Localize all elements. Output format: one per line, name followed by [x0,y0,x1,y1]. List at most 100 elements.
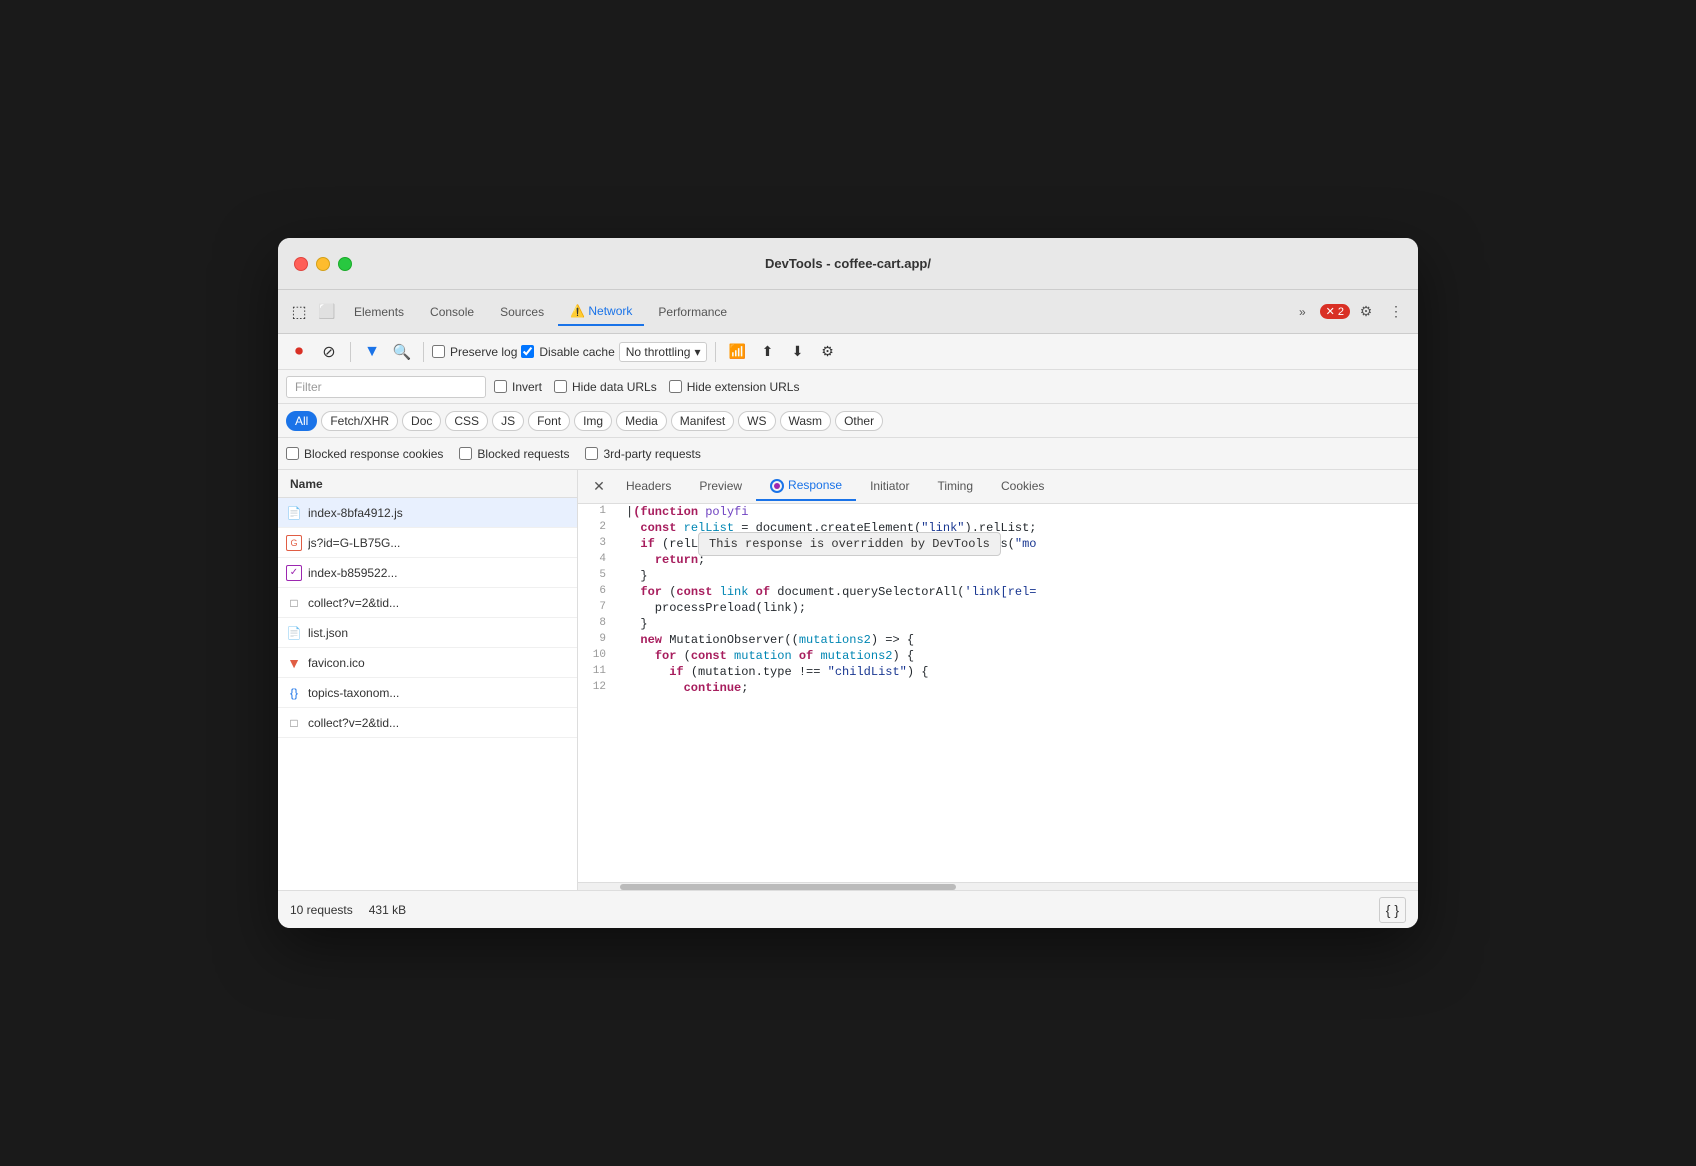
main-content: Name 📄 index-8bfa4912.js G js?id=G-LB75G… [278,470,1418,890]
list-item[interactable]: 📄 list.json [278,618,577,648]
invert-checkbox[interactable] [494,380,507,393]
throttle-dropdown-icon: ▾ [694,345,700,359]
hide-data-urls-label[interactable]: Hide data URLs [554,380,657,394]
disable-cache-label[interactable]: Disable cache [521,345,614,359]
list-item[interactable]: G js?id=G-LB75G... [278,528,577,558]
tab-response[interactable]: Response [756,472,856,501]
list-item[interactable]: □ collect?v=2&tid... [278,708,577,738]
list-item[interactable]: ▼ favicon.ico [278,648,577,678]
preserve-log-label[interactable]: Preserve log [432,345,517,359]
type-btn-js[interactable]: JS [492,411,524,431]
minimize-button[interactable] [316,257,330,271]
third-party-checkbox[interactable] [585,447,598,460]
close-detail-button[interactable]: ✕ [586,474,612,500]
type-btn-wasm[interactable]: Wasm [780,411,832,431]
network-settings-icon[interactable]: ⚙ [814,339,840,365]
file-name: js?id=G-LB75G... [308,536,569,550]
type-btn-media[interactable]: Media [616,411,667,431]
tab-initiator[interactable]: Initiator [856,473,923,501]
close-button[interactable] [294,257,308,271]
disable-cache-checkbox[interactable] [521,345,534,358]
scroll-thumb[interactable] [620,884,956,890]
tab-console[interactable]: Console [418,299,486,325]
purple-file-icon: ✓ [286,565,302,581]
code-line: 9 new MutationObserver((mutations2) => { [578,632,1418,648]
settings-icon[interactable]: ⚙ [1352,298,1380,326]
inspect-element-icon[interactable]: ⬚ [286,299,312,325]
code-line: 11 if (mutation.type !== "childList") { [578,664,1418,680]
type-btn-manifest[interactable]: Manifest [671,411,734,431]
third-party-label[interactable]: 3rd-party requests [585,447,700,461]
invert-label[interactable]: Invert [494,380,542,394]
network-toolbar: ⏺ ⊘ ▼ 🔍 Preserve log Disable cache No th… [278,334,1418,370]
tab-timing[interactable]: Timing [923,473,987,501]
blocked-cookies-label[interactable]: Blocked response cookies [286,447,443,461]
tab-performance[interactable]: Performance [646,299,739,325]
json-file-icon: 📄 [286,625,302,641]
record-stop-icon[interactable]: ⏺ [286,339,312,365]
type-btn-img[interactable]: Img [574,411,612,431]
wifi-icon[interactable]: 📶 [724,339,750,365]
list-item[interactable]: 📄 index-8bfa4912.js [278,498,577,528]
code-line: 2 const relList = document.createElement… [578,520,1418,536]
type-btn-other[interactable]: Other [835,411,883,431]
blocked-cookies-checkbox[interactable] [286,447,299,460]
more-options-icon[interactable]: ⋮ [1382,298,1410,326]
device-toolbar-icon[interactable]: ⬜ [314,299,340,325]
filter-input[interactable] [286,376,486,398]
title-bar: DevTools - coffee-cart.app/ [278,238,1418,290]
horizontal-scrollbar[interactable] [578,882,1418,890]
file-name: topics-taxonom... [308,686,569,700]
type-btn-css[interactable]: CSS [445,411,488,431]
tab-network[interactable]: ⚠️ Network [558,298,644,326]
tab-cookies[interactable]: Cookies [987,473,1058,501]
blocked-requests-label[interactable]: Blocked requests [459,447,569,461]
format-button[interactable]: { } [1379,897,1406,923]
tab-headers[interactable]: Headers [612,473,685,501]
clear-icon[interactable]: ⊘ [316,339,342,365]
type-btn-all[interactable]: All [286,411,317,431]
blocked-requests-checkbox[interactable] [459,447,472,460]
maximize-button[interactable] [338,257,352,271]
type-btn-font[interactable]: Font [528,411,570,431]
toolbar-divider-2 [423,342,424,362]
tab-elements[interactable]: Elements [342,299,416,325]
code-line: 1 |(function polyfi [578,504,1418,520]
list-item[interactable]: {} topics-taxonom... [278,678,577,708]
preserve-log-checkbox[interactable] [432,345,445,358]
traffic-lights [294,257,352,271]
tab-sources[interactable]: Sources [488,299,556,325]
filter-options: Invert Hide data URLs Hide extension URL… [494,380,799,394]
transfer-size: 431 kB [369,903,406,917]
error-count: 2 [1338,306,1344,318]
search-icon[interactable]: 🔍 [389,339,415,365]
code-line: 12 continue; [578,680,1418,696]
code-line: 8 } [578,616,1418,632]
upload-icon[interactable]: ⬆ [754,339,780,365]
file-list-header: Name [278,470,577,498]
hide-data-urls-checkbox[interactable] [554,380,567,393]
type-btn-fetch-xhr[interactable]: Fetch/XHR [321,411,398,431]
tab-preview[interactable]: Preview [685,473,756,501]
file-name: collect?v=2&tid... [308,716,569,730]
devtools-window: DevTools - coffee-cart.app/ ⬚ ⬜ Elements… [278,238,1418,928]
download-icon[interactable]: ⬇ [784,339,810,365]
file-name: favicon.ico [308,656,569,670]
hide-extension-urls-checkbox[interactable] [669,380,682,393]
list-item[interactable]: ✓ index-b859522... [278,558,577,588]
type-btn-ws[interactable]: WS [738,411,775,431]
status-bar: 10 requests 431 kB { } [278,890,1418,928]
collect-file-icon: □ [286,595,302,611]
hide-extension-urls-label[interactable]: Hide extension URLs [669,380,800,394]
toolbar-divider-3 [715,342,716,362]
error-badge: ✕ 2 [1320,304,1350,319]
throttling-select[interactable]: No throttling ▾ [619,342,708,362]
filter-icon[interactable]: ▼ [359,339,385,365]
code-line: 5 } [578,568,1418,584]
file-name: index-8bfa4912.js [308,506,569,520]
list-item[interactable]: □ collect?v=2&tid... [278,588,577,618]
blocked-row: Blocked response cookies Blocked request… [278,438,1418,470]
tab-more[interactable]: » [1287,299,1318,325]
topics-file-icon: {} [286,685,302,701]
type-btn-doc[interactable]: Doc [402,411,441,431]
